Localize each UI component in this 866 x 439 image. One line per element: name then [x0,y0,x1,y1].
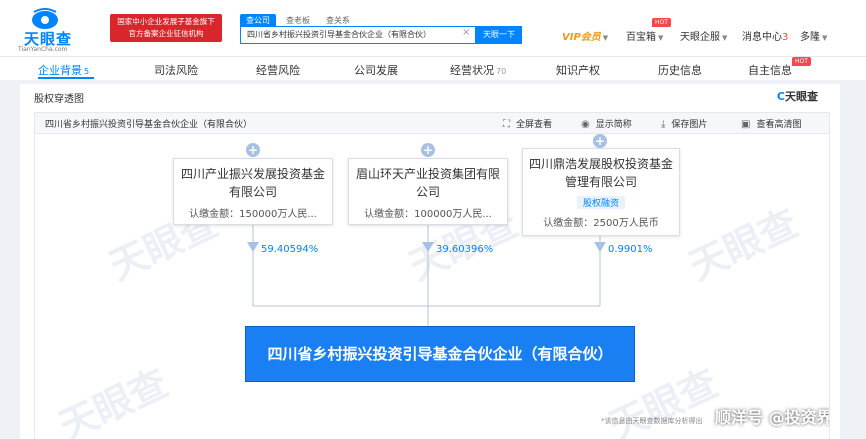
gov-badge: 国家中小企业发展子基金旗下 官方备案企业征信机构 [110,14,222,42]
equity-graph[interactable]: 天眼查 天眼查 天眼查 天眼查 天眼查 + + + 四川产业振兴发展投资基金有限… [34,134,830,439]
expand-plus-icon[interactable]: + [421,143,435,157]
tab-label: 公司发展 [354,64,398,77]
vip-label: VIP会员 [562,32,601,43]
view-hd-label: 查看高清图 [756,120,802,130]
expand-plus-icon[interactable]: + [593,134,607,148]
chevron-down-icon: ▼ [602,34,609,42]
source-credit: 顺洋号 @投资界 [715,408,830,427]
tab-count: 70 [496,67,507,76]
target-company-node[interactable]: 四川省乡村振兴投资引导基金合伙企业（有限合伙） [245,326,635,382]
save-image-label: 保存图片 [671,120,708,130]
top-header: 天眼查 TianYanCha.com 国家中小企业发展子基金旗下 官方备案企业征… [0,0,866,56]
tab-label: 经营风险 [256,64,300,77]
chevron-down-icon: ▼ [722,34,728,42]
tab-label: 自主信息 [748,64,792,77]
tab-business-status[interactable]: 经营状况 70 [450,62,506,78]
gov-badge-line1: 国家中小企业发展子基金旗下 [117,17,215,26]
brand-text: 天眼查 [785,90,818,103]
clear-icon[interactable]: × [462,27,470,38]
user-name: 多隆 [800,32,820,43]
user-menu[interactable]: 多隆 ▼ [800,28,827,43]
message-center-link[interactable]: 消息中心3 [742,28,788,43]
shareholder-node[interactable]: 四川鼎浩发展股权投资基金管理有限公司 股权融资 认缴金额：2500万人民币 [522,148,680,236]
save-image-button[interactable]: ⤓ 保存图片 [661,117,707,130]
tab-count: 5 [84,67,90,76]
tab-enterprise-background[interactable]: 企业背景 5 [38,62,89,78]
messages-count-badge: 3 [782,32,789,43]
messages-label: 消息中心 [742,32,782,43]
expand-plus-icon[interactable]: + [246,143,260,157]
search-input[interactable]: 四川省乡村振兴投资引导基金合伙企业（有限合伙） [240,26,476,44]
show-abbreviation-button[interactable]: ◉ 显示简称 [581,117,632,130]
abbreviation-label: 显示简称 [595,120,632,130]
hot-badge: HOT [652,18,671,27]
shareholder-name: 四川产业振兴发展投资基金有限公司 [180,167,325,199]
section-nav: 企业背景 5 司法风险 经营风险 公司发展 经营状况 70 知识产权 历史信息 自主… [0,56,866,80]
fullscreen-label: 全屏查看 [516,120,553,130]
enterprise-service-link[interactable]: 天眼企服 ▼ [680,28,727,43]
tab-label: 历史信息 [658,64,702,77]
chevron-down-icon: ▼ [658,34,664,42]
image-icon: ▣ [741,119,751,130]
share-percentage: 59.40594% [261,244,319,255]
card-title: 股权穿透图 [34,94,84,105]
subscribed-amount: 认缴金额：150000万人民... [189,209,317,220]
equity-penetration-card: 股权穿透图 C天眼查 四川省乡村振兴投资引导基金合伙企业（有限合伙） ⛶ 全屏查看… [20,84,840,439]
brand-c-icon: C [776,90,785,103]
equity-financing-badge[interactable]: 股权融资 [576,196,625,209]
fullscreen-icon: ⛶ [503,119,510,130]
eye-icon: ◉ [581,119,590,130]
tab-operation-risk[interactable]: 经营风险 [256,62,300,78]
tab-label: 知识产权 [556,64,600,77]
tab-company-development[interactable]: 公司发展 [354,62,398,78]
subscribed-amount: 认缴金额：100000万人民... [364,209,492,220]
tab-label: 司法风险 [154,64,198,77]
treasure-label: 百宝箱 [626,32,656,43]
download-icon: ⤓ [661,119,666,130]
tab-judicial-risk[interactable]: 司法风险 [154,62,198,78]
search-button[interactable]: 天眼一下 [476,26,522,44]
hot-badge: HOT [792,57,811,66]
active-tab-indicator [38,77,94,79]
shareholder-name: 眉山环天产业投资集团有限公司 [355,167,500,199]
shareholder-node[interactable]: 四川产业振兴发展投资基金有限公司 认缴金额：150000万人民... [173,158,333,225]
shareholder-node[interactable]: 眉山环天产业投资集团有限公司 认缴金额：100000万人民... [348,158,508,225]
tab-label: 经营状况 [450,64,494,77]
fullscreen-button[interactable]: ⛶ 全屏查看 [503,117,552,130]
view-hd-button[interactable]: ▣ 查看高清图 [741,117,801,130]
card-brand-logo: C天眼查 [777,88,818,104]
graph-toolbar: 四川省乡村振兴投资引导基金合伙企业（有限合伙） ⛶ 全屏查看 ◉ 显示简称 ⤓ 保存图… [34,112,830,134]
tab-intellectual-property[interactable]: 知识产权 [556,62,600,78]
data-source-note: *该信息由天眼查数据库分析得出 [601,417,703,425]
tab-self-info[interactable]: 自主信息 [748,62,792,78]
vip-link[interactable]: VIP会员 ▼ [562,28,608,43]
logo-mark-icon [32,8,58,29]
graph-company-name: 四川省乡村振兴投资引导基金合伙企业（有限合伙） [45,120,253,130]
tianyancha-logo[interactable]: 天眼查 TianYanCha.com [18,8,86,53]
enterprise-label: 天眼企服 [680,32,720,43]
logo-subtext: TianYanCha.com [18,46,68,53]
tab-history-info[interactable]: 历史信息 [658,62,702,78]
share-percentage: 39.60396% [436,244,494,255]
treasure-box-link[interactable]: 百宝箱 ▼ [626,28,663,43]
shareholder-name: 四川鼎浩发展股权投资基金管理有限公司 [529,157,674,189]
subscribed-amount: 认缴金额：2500万人民币 [543,218,659,229]
chevron-down-icon: ▼ [822,34,828,42]
share-percentage: 0.9901% [608,244,653,255]
tab-label: 企业背景 [38,64,82,77]
gov-badge-line2: 官方备案企业征信机构 [128,29,204,38]
